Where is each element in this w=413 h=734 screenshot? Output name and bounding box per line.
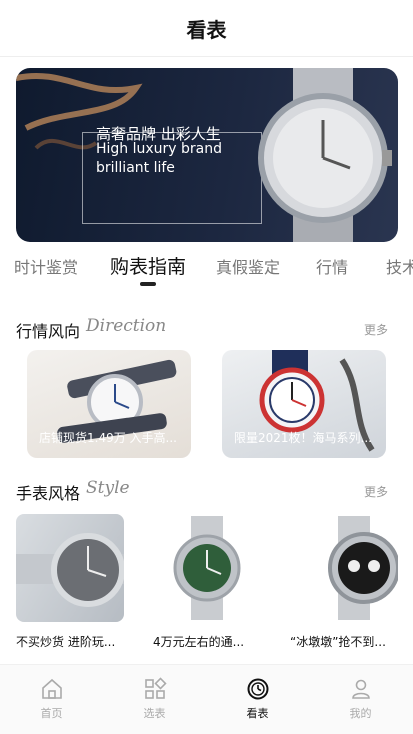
watch-photo [328,516,398,620]
style-item-image[interactable] [16,514,124,622]
tab-technology[interactable]: 技术 [386,254,413,278]
banner-subtitle-en: brilliant life [96,160,175,176]
bottom-tab-bar: 首页 选表 看表 我的 [0,664,413,734]
tab-authentication[interactable]: 真假鉴定 [216,254,280,278]
nav-label-watch: 看表 [246,707,269,720]
nav-label-browse: 选表 [143,707,166,720]
top-header: 看表 [0,0,413,57]
market-more-link[interactable]: 更多 [364,321,388,338]
banner-title-en: High luxury brand [96,141,223,157]
style-item-caption[interactable]: 不买炒货 进阶玩... [16,633,115,650]
nav-item-home[interactable]: 首页 [0,665,103,734]
category-tabs: 时计鉴赏 购表指南 真假鉴定 行情 技术 [0,250,413,290]
style-item-caption[interactable]: “冰墩墩”抢不到... [290,633,386,650]
market-card-caption: 店铺现货1.49万 入手高... [39,431,177,445]
nav-label-home: 首页 [40,707,63,720]
home-icon [41,678,62,699]
style-item-caption[interactable]: 4万元左右的通... [153,633,244,650]
style-item-image[interactable] [153,514,261,622]
watch-photo [173,516,241,620]
nav-item-watch[interactable]: 看表 [206,665,309,734]
watch-photo [16,533,124,607]
market-section-title: 行情风向 [16,322,81,341]
tab-appreciation[interactable]: 时计鉴赏 [14,254,78,278]
market-card[interactable]: 店铺现货1.49万 入手高... [27,350,191,458]
page-title: 看表 [186,17,227,42]
market-card-caption: 限量2021枚！海马系列... [234,431,372,445]
style-more-link[interactable]: 更多 [364,483,388,500]
watch-icon [247,678,268,700]
grid-icon [144,677,167,699]
style-section-subtitle: Style [86,478,130,498]
tab-market[interactable]: 行情 [316,254,348,278]
active-tab-indicator [140,282,156,286]
hero-banner[interactable]: 高奢品牌 出彩人生 High luxury brand brilliant li… [16,68,398,242]
style-item-image[interactable] [290,514,398,622]
nav-item-browse[interactable]: 选表 [103,665,206,734]
nav-label-profile: 我的 [349,707,372,720]
watch-image [258,68,392,242]
nav-item-profile[interactable]: 我的 [309,665,412,734]
tab-buying-guide[interactable]: 购表指南 [110,252,186,279]
style-section-header: 手表风格 Style 更多 [16,478,396,504]
style-section-title: 手表风格 [16,484,81,503]
market-card[interactable]: 限量2021枚！海马系列... [222,350,386,458]
market-section-header: 行情风向 Direction 更多 [16,316,396,342]
user-icon [351,679,370,699]
market-section-subtitle: Direction [86,316,167,336]
